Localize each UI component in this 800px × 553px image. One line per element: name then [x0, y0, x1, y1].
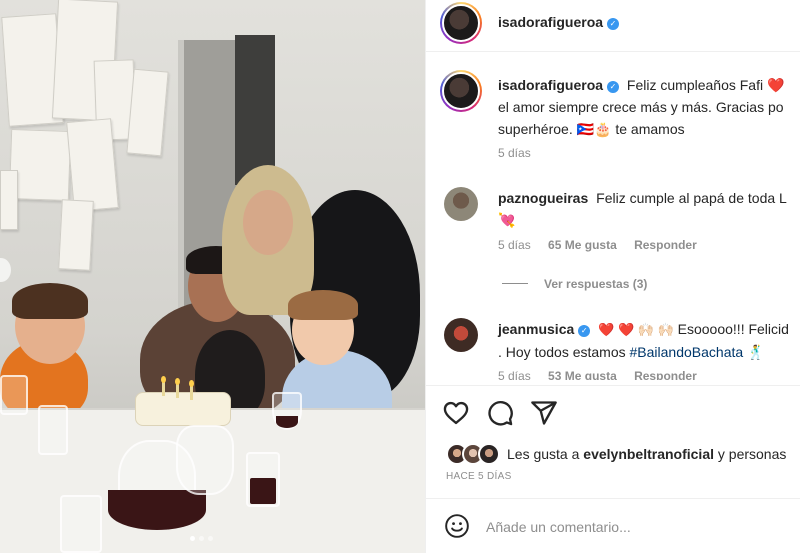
- wall-note: [0, 170, 18, 230]
- view-replies-row[interactable]: Ver respuestas (3): [502, 277, 661, 291]
- add-comment-input[interactable]: [486, 515, 776, 539]
- photo-glass-wine: [250, 478, 276, 504]
- view-replies-button[interactable]: Ver respuestas (3): [544, 277, 647, 291]
- wall-note: [126, 68, 169, 157]
- photo-jug: [176, 425, 234, 495]
- comment-likes[interactable]: 65 Me gusta: [548, 238, 617, 252]
- carousel-dot[interactable]: [190, 536, 195, 541]
- comment-username[interactable]: jeanmusica: [498, 321, 574, 337]
- author-avatar[interactable]: [440, 2, 482, 44]
- add-comment-bar: [426, 498, 800, 553]
- comment-meta: 5 días 53 Me gusta Responder: [498, 369, 711, 380]
- photo-wineglass-wine: [276, 416, 298, 428]
- likes-prefix: Les gusta a: [507, 446, 584, 462]
- verified-icon: ✓: [607, 81, 620, 93]
- post-timestamp[interactable]: HACE 5 DÍAS: [446, 471, 512, 482]
- wall-note: [58, 199, 94, 271]
- photo-flame: [161, 376, 166, 383]
- comment-text: jeanmusica ✓ ❤️ ❤️ 🙌🏻 🙌🏻 Esooooo!!! Felic…: [498, 318, 800, 363]
- photo-door-shadow: [235, 35, 275, 185]
- photo-flame: [189, 380, 194, 387]
- post-actions: [426, 385, 800, 441]
- comment: paznogueiras Feliz cumple al papá de tod…: [426, 185, 800, 300]
- caption-text: isadorafigueroa ✓ Feliz cumpleaños Fafi ❤…: [498, 74, 800, 140]
- verified-icon: ✓: [578, 325, 591, 337]
- photo-toddler-hair: [288, 290, 358, 320]
- wall-note: [8, 128, 72, 202]
- caption-meta: 5 días: [498, 146, 545, 160]
- comment-line-2: 💘: [498, 212, 516, 228]
- carousel-dot[interactable]: [199, 536, 204, 541]
- comment-line-1: Esooooo!!! Felicid: [677, 321, 789, 337]
- post-photo[interactable]: [0, 0, 425, 553]
- post-side-panel: isadorafigueroa ✓ isadorafigueroa ✓ Feliz …: [425, 0, 800, 553]
- comment-time[interactable]: 5 días: [498, 238, 531, 252]
- caption-time[interactable]: 5 días: [498, 146, 531, 160]
- photo-cake: [135, 392, 231, 426]
- liker-avatar: [478, 443, 500, 465]
- caption-avatar[interactable]: [440, 70, 482, 112]
- photo-glass: [60, 495, 102, 553]
- carousel-dot[interactable]: [208, 536, 213, 541]
- caption-line-2: el amor siempre crece más y más. Gracias…: [498, 99, 784, 115]
- comment-avatar[interactable]: [444, 318, 478, 352]
- comment-emojis: ❤️ ❤️ 🙌🏻 🙌🏻: [598, 322, 674, 337]
- caption: isadorafigueroa ✓ Feliz cumpleaños Fafi ❤…: [426, 70, 800, 170]
- comment-line-2: . Hoy todos estamos: [498, 344, 630, 360]
- photo-glass: [0, 375, 28, 415]
- caption-line-1: Feliz cumpleaños Fafi ❤️: [626, 77, 785, 93]
- photo-candle: [190, 386, 193, 400]
- caption-username[interactable]: isadorafigueroa: [498, 77, 603, 93]
- replies-divider: [502, 283, 528, 284]
- likes-text: Les gusta a evelynbeltranoficial y perso…: [507, 446, 786, 462]
- photo-flame: [175, 378, 180, 385]
- verified-icon: ✓: [607, 18, 620, 30]
- post-header: isadorafigueroa ✓: [426, 0, 800, 52]
- comment-text: paznogueiras Feliz cumple al papá de tod…: [498, 187, 800, 231]
- hashtag-link[interactable]: #BailandoBachata: [630, 344, 744, 360]
- share-icon[interactable]: [530, 399, 558, 427]
- comment-meta: 5 días 65 Me gusta Responder: [498, 238, 711, 252]
- comment-icon[interactable]: [486, 399, 514, 427]
- photo-glass: [38, 405, 68, 455]
- comment-line-2-emoji: 🕺: [747, 344, 765, 360]
- likes-suffix: y personas: [714, 446, 787, 462]
- comment-likes[interactable]: 53 Me gusta: [548, 369, 617, 380]
- photo-candle: [176, 384, 179, 398]
- photo-mother-face: [243, 190, 293, 255]
- wall-note: [66, 118, 119, 212]
- reply-button[interactable]: Responder: [634, 369, 697, 380]
- liker-username[interactable]: evelynbeltranoficial: [583, 446, 714, 462]
- instagram-post-viewer: isadorafigueroa ✓ isadorafigueroa ✓ Feliz …: [0, 0, 800, 553]
- author-username[interactable]: isadorafigueroa: [498, 14, 603, 30]
- comment-username[interactable]: paznogueiras: [498, 190, 588, 206]
- comment-avatar[interactable]: [444, 187, 478, 221]
- comment-time[interactable]: 5 días: [498, 369, 531, 380]
- photo-decanter-wine: [108, 490, 206, 530]
- photo-boy-hair: [12, 283, 88, 319]
- reply-button[interactable]: Responder: [634, 238, 697, 252]
- photo-candle: [162, 382, 165, 396]
- heart-icon[interactable]: [442, 399, 470, 427]
- caption-line-3: superhéroe. 🇵🇷🎂 te amamos: [498, 121, 685, 137]
- author-name-row: isadorafigueroa ✓: [498, 14, 620, 32]
- comment-line-1: Feliz cumple al papá de toda L: [596, 190, 787, 206]
- smiley-icon[interactable]: [444, 513, 470, 539]
- comment: jeanmusica ✓ ❤️ ❤️ 🙌🏻 🙌🏻 Esooooo!!! Felic…: [426, 318, 800, 380]
